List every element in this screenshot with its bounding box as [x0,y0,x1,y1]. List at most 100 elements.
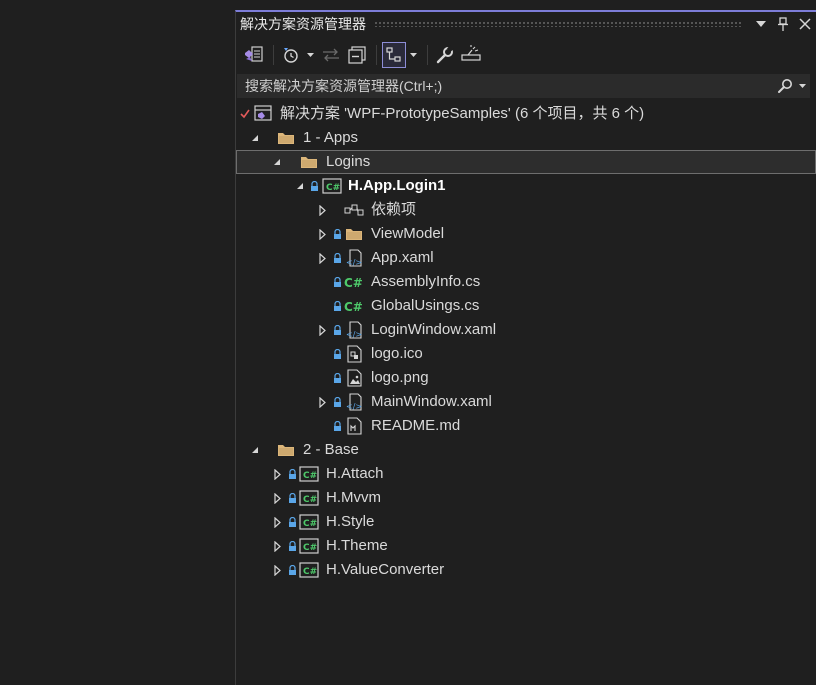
svg-text:</>: </> [346,402,362,411]
markdown-file-icon [344,414,364,438]
toolbar-separator [376,45,377,65]
vs-solution-switch-icon [245,46,263,62]
close-button[interactable] [794,13,816,35]
collapsed-arrow-icon[interactable] [270,534,284,558]
properties-button[interactable] [433,42,457,68]
dependencies-icon [344,198,364,222]
tree-item-app-xaml[interactable]: </> App.xaml [236,246,816,270]
tree-item-label: ViewModel [371,225,445,242]
tree-item-dependencies[interactable]: 依赖项 [236,198,816,222]
csharp-file-icon: C# [344,294,364,318]
tree-item-label: H.Theme [326,537,388,554]
collapsed-arrow-icon[interactable] [315,198,329,222]
collapsed-arrow-icon[interactable] [315,246,329,270]
tree-item-folder-apps[interactable]: 1 - Apps [236,126,816,150]
history-dropdown-caret[interactable] [305,42,315,68]
solution-explorer-search[interactable]: 搜索解决方案资源管理器(Ctrl+;) [237,74,810,98]
preview-selected-icon [461,45,481,61]
sync-with-active-document-button[interactable] [319,42,343,68]
tree-item-project-mvvm[interactable]: C# H.Mvvm [236,486,816,510]
lock-icon [286,534,298,558]
tree-item-label: 解决方案 'WPF-PrototypeSamples' (6 个项目，共 6 个… [280,105,645,122]
panel-title-bar[interactable]: 解决方案资源管理器 [236,12,816,36]
icon-file-icon [344,342,364,366]
tree-item-readme[interactable]: README.md [236,414,816,438]
tree-item-label: H.Mvvm [326,489,381,506]
svg-text:C#: C# [326,183,340,193]
tree-item-assemblyinfo[interactable]: C# AssemblyInfo.cs [236,270,816,294]
lock-icon [331,342,343,366]
expanded-arrow-icon[interactable] [248,126,262,150]
pin-button[interactable] [772,13,794,35]
csharp-project-icon: C# [322,174,342,198]
tree-item-label: H.ValueConverter [326,561,445,578]
svg-text:</>: </> [346,258,362,267]
title-grip[interactable] [374,21,742,27]
collapsed-arrow-icon[interactable] [270,558,284,582]
solution-icon [252,102,274,126]
svg-text:</>: </> [346,330,362,339]
tree-item-solution[interactable]: 解决方案 'WPF-PrototypeSamples' (6 个项目，共 6 个… [236,102,816,126]
collapsed-arrow-icon[interactable] [270,462,284,486]
tree-item-project-theme[interactable]: C# H.Theme [236,534,816,558]
switch-views-button[interactable] [242,42,266,68]
toolbar-separator [427,45,428,65]
properties-wrench-icon [436,45,455,64]
csharp-file-icon: C# [344,270,364,294]
tree-item-label: 1 - Apps [303,129,359,146]
search-options-button[interactable] [773,75,809,97]
tree-item-logo-png[interactable]: logo.png [236,366,816,390]
collapsed-arrow-icon[interactable] [315,390,329,414]
collapsed-arrow-icon[interactable] [270,486,284,510]
caret-down-icon [306,53,314,57]
tree-item-folder-logins[interactable]: Logins [236,150,816,174]
tree-item-label: 依赖项 [371,201,417,218]
svg-text:C#: C# [303,471,317,481]
lock-icon [286,462,298,486]
preview-selected-items-button[interactable] [459,42,483,68]
tree-item-project-valueconverter[interactable]: C# H.ValueConverter [236,558,816,582]
tree-item-label: H.App.Login1 [348,177,446,194]
lock-icon [331,318,343,342]
tree-item-label: App.xaml [371,249,434,266]
tree-item-folder-base[interactable]: 2 - Base [236,438,816,462]
tree-item-label: Logins [326,153,371,170]
toolbar-separator [273,45,274,65]
collapsed-arrow-icon[interactable] [270,510,284,534]
expanded-arrow-icon[interactable] [248,438,262,462]
tree-item-label: H.Attach [326,465,384,482]
csharp-project-icon: C# [299,462,319,486]
lock-icon [331,270,343,294]
expanded-arrow-icon[interactable] [293,174,307,198]
lock-icon [331,294,343,318]
show-all-files-button[interactable] [382,42,406,68]
collapsed-arrow-icon[interactable] [315,318,329,342]
tree-item-logo-ico[interactable]: logo.ico [236,342,816,366]
tree-item-project-style[interactable]: C# H.Style [236,510,816,534]
tree-item-project-login[interactable]: C# H.App.Login1 [236,174,816,198]
panel-title: 解决方案资源管理器 [240,16,366,32]
csharp-project-icon: C# [299,534,319,558]
svg-text:C#: C# [344,300,363,313]
lock-icon [331,222,343,246]
pending-changes-filter-button[interactable] [279,42,303,68]
tree-item-label: README.md [371,417,461,434]
tree-item-mainwindow-xaml[interactable]: </> MainWindow.xaml [236,390,816,414]
search-input[interactable]: 搜索解决方案资源管理器(Ctrl+;) [238,76,773,96]
close-icon [799,18,811,30]
collapse-all-button[interactable] [345,42,369,68]
collapsed-arrow-icon[interactable] [315,222,329,246]
tree-item-loginwindow-xaml[interactable]: </> LoginWindow.xaml [236,318,816,342]
tree-item-viewmodel-folder[interactable]: ViewModel [236,222,816,246]
show-files-dropdown-caret[interactable] [408,42,418,68]
tree-item-label: MainWindow.xaml [371,393,492,410]
folder-icon [299,150,319,174]
tree-item-project-attach[interactable]: C# H.Attach [236,462,816,486]
svg-text:C#: C# [344,276,363,289]
tree-item-globalusings[interactable]: C# GlobalUsings.cs [236,294,816,318]
svg-text:C#: C# [303,567,317,577]
expanded-arrow-icon[interactable] [270,150,284,174]
window-position-dropdown-button[interactable] [750,13,772,35]
search-icon [777,79,792,93]
caret-down-icon [409,53,417,57]
